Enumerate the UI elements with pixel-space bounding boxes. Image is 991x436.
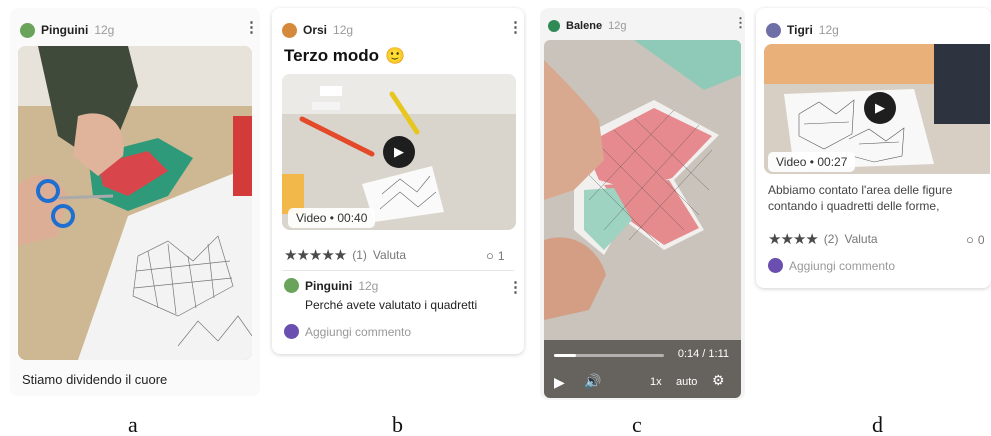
video-duration-chip: Video • 00:27 <box>768 152 856 172</box>
viewer-avatar-icon <box>768 258 783 273</box>
play-video-button[interactable]: ▶ <box>864 92 896 124</box>
add-comment-input[interactable]: Aggiungi commento <box>305 325 411 339</box>
group-name[interactable]: Balene <box>566 20 602 32</box>
group-name[interactable]: Orsi <box>303 23 327 37</box>
group-avatar-pinguini-icon <box>284 278 299 293</box>
playback-speed-button[interactable]: 1x <box>650 376 662 388</box>
caption-b: b <box>392 412 403 436</box>
group-name[interactable]: Pinguini <box>41 23 88 37</box>
post-text: Abbiamo contato l'area delle figure cont… <box>768 183 953 213</box>
group-tag: 12g <box>94 23 115 37</box>
divider <box>282 270 514 271</box>
rating-row: ★★★★ (2) Valuta <box>768 230 878 248</box>
rating-count: (2) <box>823 232 839 246</box>
caption-c: c <box>632 412 642 436</box>
volume-icon[interactable]: 🔊 <box>584 373 601 390</box>
comment-tag: 12g <box>358 278 379 293</box>
caption-a: a <box>128 412 138 436</box>
post-header: Tigri 12g <box>766 20 839 40</box>
viewer-avatar-icon <box>284 324 299 339</box>
group-avatar-tigri-icon <box>766 22 781 38</box>
post-title: Terzo modo 🙂 <box>284 46 405 66</box>
post-card-balene[interactable]: Balene 12g ⋮ 0:14 / 1:11 ▶ 🔊 1x auto ⚙ <box>540 8 745 400</box>
comments-counter[interactable]: ○ 1 <box>486 248 505 263</box>
group-tag: 12g <box>333 23 354 37</box>
group-tag: 12g <box>818 23 839 37</box>
more-options-icon[interactable]: ⋮ <box>734 16 745 29</box>
post-photo[interactable] <box>18 46 252 360</box>
video-time: 0:14 / 1:11 <box>677 348 729 360</box>
play-video-button[interactable]: ▶ <box>383 136 415 168</box>
post-video[interactable]: ▶ Video • 00:40 <box>282 74 516 230</box>
photo-scissors-cutting-heart <box>18 46 252 360</box>
post-text: Stiamo dividendo il cuore <box>22 372 168 387</box>
rating-row: ★★★★★ (1) Valuta <box>284 246 406 264</box>
rating-stars-icon[interactable]: ★★★★★ <box>284 246 347 264</box>
rating-stars-icon[interactable]: ★★★★ <box>768 230 819 248</box>
add-comment-row[interactable]: Aggiungi commento <box>768 258 895 273</box>
rating-count: (1) <box>352 248 367 262</box>
smiley-emoji-icon: 🙂 <box>385 48 405 65</box>
post-card-pinguini[interactable]: Pinguini 12g ⋮ Stiamo dividendo il cuore <box>10 8 260 396</box>
more-options-icon[interactable]: ⋮ <box>244 20 259 35</box>
video-duration-chip: Video • 00:40 <box>288 208 376 228</box>
play-icon[interactable]: ▶ <box>554 374 565 391</box>
group-tag: 12g <box>608 20 627 32</box>
post-title-text: Terzo modo <box>284 46 380 65</box>
post-card-orsi[interactable]: Orsi 12g ⋮ Terzo modo 🙂 ▶ Video • 00:40 … <box>272 8 524 354</box>
comments-count: 0 <box>977 232 985 247</box>
add-comment-input[interactable]: Aggiungi commento <box>789 259 895 273</box>
rate-button[interactable]: Valuta <box>373 248 406 262</box>
comment-header: Pinguini 12g <box>284 278 378 293</box>
comment-bubble-icon: ○ <box>486 248 494 263</box>
comment-options-icon[interactable]: ⋮ <box>508 280 523 295</box>
comment-text: Perché avete valutato i quadretti <box>305 298 478 312</box>
post-card-tigri[interactable]: Tigri 12g ▶ Video • 00:27 Abbiamo contat… <box>756 8 991 288</box>
post-header: Orsi 12g <box>282 20 353 40</box>
video-player[interactable]: 0:14 / 1:11 ▶ 🔊 1x auto ⚙ <box>544 40 741 398</box>
video-frame <box>544 40 741 398</box>
progress-fill <box>554 354 576 357</box>
quality-button[interactable]: auto <box>676 376 697 388</box>
caption-d: d <box>872 412 883 436</box>
comment-author[interactable]: Pinguini <box>305 279 352 293</box>
group-name[interactable]: Tigri <box>787 23 813 37</box>
comments-count: 1 <box>497 248 505 263</box>
post-video[interactable]: ▶ Video • 00:27 <box>764 44 990 174</box>
rate-button[interactable]: Valuta <box>844 232 877 246</box>
add-comment-row[interactable]: Aggiungi commento <box>284 324 411 339</box>
group-avatar-orsi-icon <box>282 22 297 38</box>
comments-counter[interactable]: ○ 0 <box>966 232 985 247</box>
progress-track[interactable] <box>554 354 664 357</box>
post-header: Pinguini 12g <box>20 20 114 40</box>
group-avatar-pinguini-icon <box>20 22 35 38</box>
post-header: Balene 12g <box>548 16 626 36</box>
settings-gear-icon[interactable]: ⚙ <box>712 372 725 389</box>
more-options-icon[interactable]: ⋮ <box>508 20 523 35</box>
group-avatar-balene-icon <box>548 20 560 32</box>
comment-bubble-icon: ○ <box>966 232 974 247</box>
